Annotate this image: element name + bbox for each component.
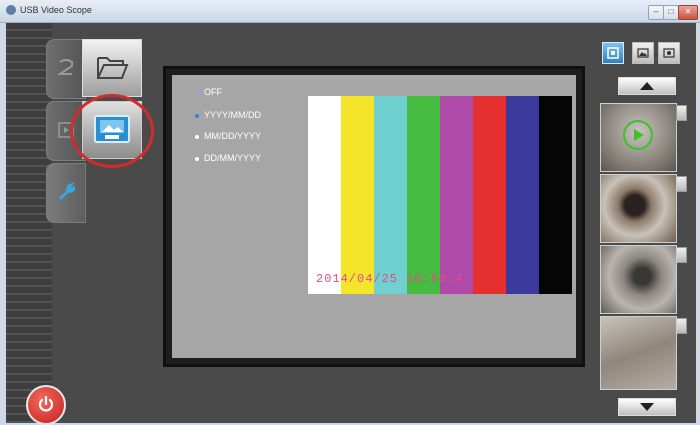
power-icon [38, 395, 54, 412]
date-option-off[interactable]: OFF [195, 87, 222, 97]
power-button[interactable] [26, 385, 66, 425]
color-bar [407, 96, 440, 294]
play-icon [634, 129, 644, 141]
preview-date-stamp: 2014/04/25 10:53:4 [316, 272, 464, 286]
tab-settings[interactable] [46, 163, 86, 223]
radio-dot [195, 90, 199, 95]
capture-mode-button[interactable] [602, 42, 624, 64]
date-option-dmy[interactable]: DD/MM/YYYY [195, 153, 261, 163]
radio-dot [195, 134, 199, 139]
thumbnail-scroll-up-button[interactable] [618, 77, 676, 95]
thumbnail-delete-button[interactable] [676, 105, 687, 121]
folder-open-icon [97, 57, 129, 79]
color-bar [539, 96, 572, 294]
photo-mode-icon [637, 48, 649, 58]
color-bar [341, 96, 374, 294]
thumbnail-delete-button[interactable] [676, 247, 687, 263]
window-title: USB Video Scope [20, 5, 92, 15]
radio-dot [195, 156, 199, 161]
thumbnail-scroll-down-button[interactable] [618, 398, 676, 416]
arrow-down-icon [640, 403, 654, 411]
photo-mode-button[interactable] [632, 42, 654, 64]
folder-button[interactable] [82, 39, 142, 97]
preview-color-bars: 2014/04/25 10:53:4 [308, 96, 572, 294]
date-option-label: MM/DD/YYYY [204, 131, 262, 141]
date-option-mdy[interactable]: MM/DD/YYYY [195, 131, 261, 141]
date-option-label: OFF [204, 87, 222, 97]
date-option-ymd[interactable]: YYYY/MM/DD [195, 110, 261, 120]
thumbnail-delete-button[interactable] [676, 176, 687, 192]
thumbnail-photo[interactable] [600, 316, 677, 390]
settings-wrench-icon [59, 182, 75, 200]
video-mode-button[interactable] [658, 42, 680, 64]
app-body: OFF YYYY/MM/DD MM/DD/YYYY DD/MM/YYYY 201… [6, 23, 696, 425]
color-bar [506, 96, 539, 294]
close-button[interactable]: ✕ [678, 5, 698, 20]
title-bar: USB Video Scope – □ ✕ [0, 0, 700, 23]
color-bar [473, 96, 506, 294]
app-icon [6, 5, 16, 15]
play-button[interactable] [623, 120, 653, 150]
thumbnail-video[interactable] [600, 103, 677, 172]
camera-mode-icon [57, 59, 73, 75]
date-option-label: YYYY/MM/DD [204, 110, 262, 120]
highlight-circle [70, 94, 154, 168]
color-bar [440, 96, 473, 294]
tab-camera[interactable] [46, 39, 86, 99]
color-bar [308, 96, 341, 294]
arrow-up-icon [640, 82, 654, 90]
settings-panel: OFF YYYY/MM/DD MM/DD/YYYY DD/MM/YYYY 201… [163, 66, 585, 367]
thumbnail-photo[interactable] [600, 245, 677, 314]
date-option-label: DD/MM/YYYY [204, 153, 262, 163]
settings-panel-inner: OFF YYYY/MM/DD MM/DD/YYYY DD/MM/YYYY 201… [172, 75, 576, 358]
minimize-button[interactable]: – [648, 5, 664, 20]
radio-dot [195, 113, 199, 118]
thumbnail-photo[interactable] [600, 174, 677, 243]
color-bar [374, 96, 407, 294]
video-mode-icon [663, 48, 675, 58]
thumbnail-delete-button[interactable] [676, 318, 687, 334]
maximize-button[interactable]: □ [663, 5, 679, 20]
capture-mode-icon [607, 47, 619, 59]
